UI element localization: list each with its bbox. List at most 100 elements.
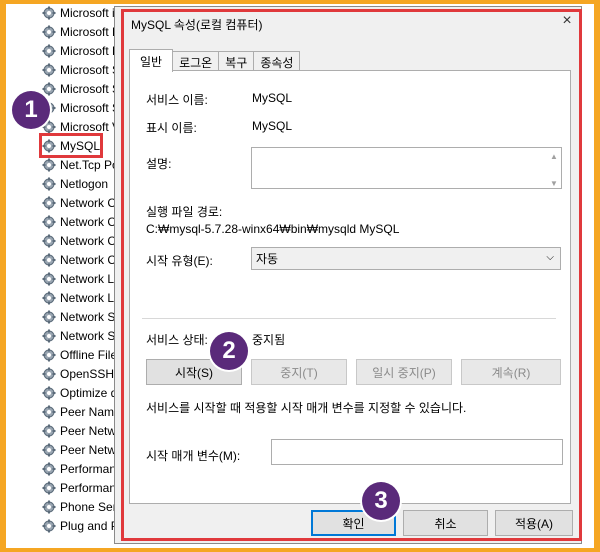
- tab-general[interactable]: 일반: [129, 49, 174, 72]
- gear-icon: [42, 44, 56, 57]
- resume-button[interactable]: 계속(R): [461, 359, 561, 385]
- service-row-label: Microsoft i: [60, 5, 115, 20]
- display-name-label: 표시 이름:: [146, 121, 197, 135]
- pause-button[interactable]: 일시 중지(P): [356, 359, 452, 385]
- service-row[interactable]: Netlogon: [42, 174, 108, 193]
- service-row-label: Network C: [60, 214, 117, 229]
- step-badge-1: 1: [12, 91, 50, 129]
- service-row[interactable]: Microsoft i: [42, 4, 115, 22]
- service-row-mysql[interactable]: MySQL: [38, 133, 104, 158]
- cancel-button[interactable]: 취소: [403, 510, 488, 536]
- gear-icon: [42, 177, 56, 190]
- gear-icon: [42, 386, 56, 399]
- gear-icon: [42, 519, 56, 532]
- gear-icon: [42, 82, 56, 95]
- service-row[interactable]: Microsoft S: [42, 60, 120, 79]
- service-row[interactable]: Performanc: [42, 459, 122, 478]
- service-row-label: Microsoft V: [60, 119, 121, 134]
- service-row-label: Microsoft S: [60, 62, 121, 77]
- gear-icon: [42, 158, 56, 171]
- section-divider: [142, 318, 556, 319]
- service-row[interactable]: Network C: [42, 193, 116, 212]
- service-row[interactable]: Microsoft V: [42, 117, 120, 136]
- tab-bar: 일반 로그온 복구 종속성: [129, 49, 301, 72]
- service-row[interactable]: Optimize d: [42, 383, 117, 402]
- gear-icon: [42, 443, 56, 456]
- status-label: 서비스 상태:: [146, 333, 208, 347]
- service-name-value: MySQL: [252, 91, 293, 105]
- gear-icon: [42, 348, 56, 361]
- service-row[interactable]: Microsoft P: [42, 41, 120, 60]
- gear-icon: [42, 424, 56, 437]
- general-panel: 서비스 이름: MySQL 표시 이름: MySQL 설명: ▲ ▼ 실행 파일 …: [129, 70, 571, 504]
- gear-icon: [42, 272, 56, 285]
- service-row[interactable]: Network St: [42, 326, 119, 345]
- service-row[interactable]: Network Li: [42, 269, 117, 288]
- service-row-label: Net.Tcp Po: [60, 157, 119, 172]
- service-row[interactable]: Net.Tcp Po: [42, 155, 119, 174]
- startup-type-select[interactable]: 자동 ⌵: [251, 247, 561, 270]
- start-parameters-input[interactable]: [271, 439, 563, 465]
- service-row-label: Performanc: [60, 461, 123, 476]
- service-row-label: Netlogon: [60, 176, 109, 191]
- exe-path-value: C:₩mysql-5.7.28-winx64₩bin₩mysqld MySQL: [146, 222, 400, 236]
- service-name-label: 서비스 이름:: [146, 93, 208, 107]
- service-row-label: Microsoft P: [60, 43, 121, 58]
- chevron-down-icon: ⌵: [546, 252, 554, 263]
- gear-icon: [42, 462, 56, 475]
- stop-button[interactable]: 중지(T): [251, 359, 347, 385]
- service-row[interactable]: Plug and P: [42, 516, 119, 535]
- service-row-label: Microsoft S: [60, 81, 121, 96]
- service-row[interactable]: Network C: [42, 250, 116, 269]
- service-row[interactable]: Microsoft S: [42, 79, 120, 98]
- dialog-title: MySQL 속성(로컬 컴퓨터): [131, 18, 263, 32]
- gear-icon: [42, 215, 56, 228]
- service-row[interactable]: Network Se: [42, 307, 122, 326]
- service-row[interactable]: Peer Netwo: [42, 421, 123, 440]
- gear-icon: [42, 25, 56, 38]
- service-row[interactable]: OpenSSH A: [42, 364, 125, 383]
- gear-icon: [42, 329, 56, 342]
- service-row-label: Network St: [60, 328, 119, 343]
- service-row[interactable]: Network C: [42, 212, 116, 231]
- gear-icon: [42, 253, 56, 266]
- properties-dialog: MySQL 속성(로컬 컴퓨터) × 일반 로그온 복구 종속성 서비스 이름:…: [114, 6, 582, 544]
- scroll-down-icon[interactable]: ▼: [550, 179, 558, 188]
- service-row-label: Microsoft S: [60, 100, 121, 115]
- service-row[interactable]: Peer Name: [42, 402, 121, 421]
- gear-icon: [42, 139, 56, 152]
- description-scrollbar[interactable]: ▲ ▼: [549, 152, 559, 188]
- service-row-label: MySQL: [60, 138, 101, 153]
- service-row[interactable]: Performanc: [42, 478, 122, 497]
- startup-type-label: 시작 유형(E):: [146, 254, 213, 268]
- service-row-label: Performanc: [60, 480, 123, 495]
- service-row-label: Offline File: [60, 347, 118, 362]
- description-box[interactable]: ▲ ▼: [251, 147, 562, 189]
- param-hint: 서비스를 시작할 때 적용할 시작 매개 변수를 지정할 수 있습니다.: [146, 401, 467, 415]
- service-row-label: Peer Name: [60, 404, 121, 419]
- step-badge-2: 2: [210, 332, 248, 370]
- service-row[interactable]: Network C: [42, 231, 116, 250]
- step-badge-3: 3: [362, 482, 400, 520]
- display-name-value: MySQL: [252, 119, 293, 133]
- gear-icon: [42, 481, 56, 494]
- tab-dependencies[interactable]: 종속성: [253, 51, 301, 72]
- tab-recovery[interactable]: 복구: [218, 51, 255, 72]
- service-row-label: Optimize d: [60, 385, 118, 400]
- service-row[interactable]: Phone Serv: [42, 497, 123, 516]
- service-row-label: Microsoft P: [60, 24, 121, 39]
- gear-icon: [42, 234, 56, 247]
- service-row[interactable]: Peer Netwo: [42, 440, 123, 459]
- tab-logon[interactable]: 로그온: [172, 51, 220, 72]
- gear-icon: [42, 367, 56, 380]
- service-row[interactable]: Offline File: [42, 345, 117, 364]
- gear-icon: [42, 6, 56, 19]
- service-row[interactable]: Microsoft S: [42, 98, 120, 117]
- apply-button[interactable]: 적용(A): [495, 510, 573, 536]
- service-row[interactable]: Microsoft P: [42, 22, 120, 41]
- service-row[interactable]: Network Lo: [42, 288, 121, 307]
- scroll-up-icon[interactable]: ▲: [550, 152, 558, 161]
- service-row-label: Network Se: [60, 309, 123, 324]
- description-label: 설명:: [146, 157, 172, 171]
- close-icon[interactable]: ×: [559, 13, 575, 29]
